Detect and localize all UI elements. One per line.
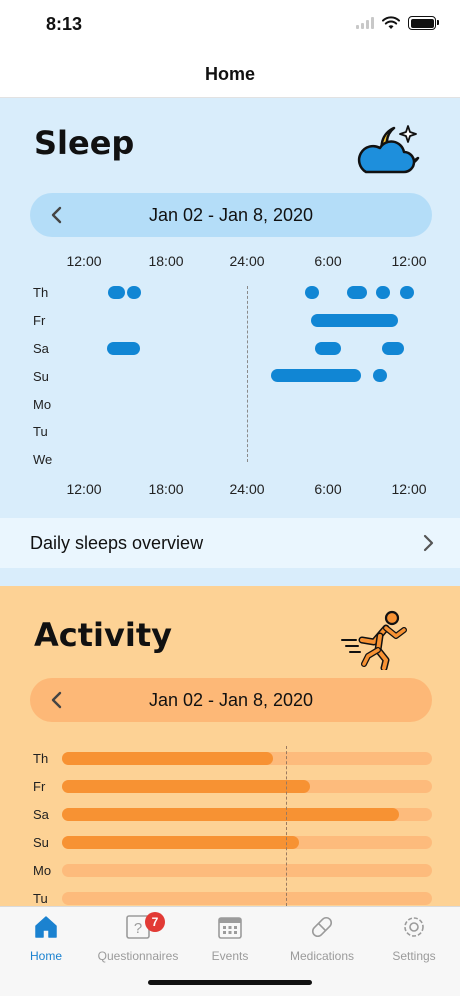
time-tick-label: 18:00 xyxy=(148,253,184,269)
sleep-date-range: Jan 02 - Jan 8, 2020 xyxy=(148,205,314,225)
sleep-time-axis-top: 12:00 18:00 24:00 6:00 12:00 xyxy=(0,253,460,273)
activity-fill xyxy=(62,752,273,765)
activity-goal-line xyxy=(286,746,287,906)
tab-events[interactable]: Events xyxy=(184,913,276,967)
day-label: Th xyxy=(33,285,49,300)
time-tick-label: 18:00 xyxy=(148,481,184,497)
day-label: Fr xyxy=(33,313,46,328)
activity-fill xyxy=(62,836,299,849)
tab-questionnaires[interactable]: ? 7 Questionnaires xyxy=(92,912,184,967)
daily-sleeps-overview-label: Daily sleeps overview xyxy=(30,533,204,553)
activity-date-range-selector: Jan 02 - Jan 8, 2020 xyxy=(30,678,432,722)
sleep-period xyxy=(311,314,398,327)
wifi-icon xyxy=(382,16,400,29)
day-label: Th xyxy=(33,751,49,766)
home-icon xyxy=(35,916,57,938)
cellular-signal-icon xyxy=(356,17,374,29)
chevron-right-icon xyxy=(423,534,434,552)
time-tick-label: 12:00 xyxy=(391,481,427,497)
sleep-period xyxy=(382,342,404,355)
sleep-title: Sleep xyxy=(34,124,135,162)
running-person-icon xyxy=(341,610,407,670)
time-tick-label: 6:00 xyxy=(314,253,342,269)
activity-bar xyxy=(62,836,432,849)
day-label: Mo xyxy=(33,863,52,878)
activity-title: Activity xyxy=(34,616,172,654)
day-label: We xyxy=(33,452,53,467)
status-icons xyxy=(356,16,439,30)
activity-card: Activity Jan 02 - Jan 8, 2020 Th Fr Sa S… xyxy=(0,586,460,906)
activity-bar xyxy=(62,752,432,765)
tab-label: Home xyxy=(29,949,62,963)
time-tick-label: 24:00 xyxy=(229,481,265,497)
sleep-period xyxy=(376,286,390,299)
time-tick-label: 12:00 xyxy=(66,481,102,497)
settings-icon xyxy=(404,917,424,937)
tab-home[interactable]: Home xyxy=(0,913,92,967)
sleep-period xyxy=(127,286,141,299)
time-tick-label: 24:00 xyxy=(229,253,265,269)
sleep-period xyxy=(305,286,319,299)
tab-settings[interactable]: Settings xyxy=(368,913,460,967)
activity-bar xyxy=(62,780,432,793)
tab-label: Settings xyxy=(392,949,436,963)
day-label: Su xyxy=(33,835,49,850)
moon-cloud-icon xyxy=(357,125,420,174)
navigation-bar: Home xyxy=(0,50,460,98)
home-indicator xyxy=(148,980,312,985)
sleep-period xyxy=(400,286,414,299)
activity-fill xyxy=(62,808,399,821)
activity-fill xyxy=(62,780,310,793)
battery-icon xyxy=(408,16,439,30)
sleep-period xyxy=(271,369,361,382)
day-label: Tu xyxy=(33,891,48,906)
sleep-time-axis-bottom: 12:00 18:00 24:00 6:00 12:00 xyxy=(0,481,460,501)
day-label: Fr xyxy=(33,779,46,794)
day-label: Sa xyxy=(33,341,49,356)
activity-bar xyxy=(62,808,432,821)
activity-bar xyxy=(62,864,432,877)
sleep-period xyxy=(315,342,341,355)
svg-text:?: ? xyxy=(134,920,142,937)
sleep-card: Sleep Jan 02 - Jan 8, 2020 12:00 18:00 2… xyxy=(0,98,460,586)
home-content[interactable]: Sleep Jan 02 - Jan 8, 2020 12:00 18:00 2… xyxy=(0,98,460,906)
page-title: Home xyxy=(204,64,255,84)
day-label: Mo xyxy=(33,397,52,412)
sleep-period xyxy=(347,286,367,299)
day-label: Sa xyxy=(33,807,49,822)
sleep-period xyxy=(373,369,387,382)
time-tick-label: 12:00 xyxy=(391,253,427,269)
activity-date-range: Jan 02 - Jan 8, 2020 xyxy=(148,690,314,710)
pill-icon xyxy=(311,916,333,938)
day-label: Tu xyxy=(33,424,48,439)
sleep-period xyxy=(107,342,140,355)
midnight-line xyxy=(247,286,248,462)
day-label: Su xyxy=(33,369,49,384)
sleep-date-range-selector: Jan 02 - Jan 8, 2020 xyxy=(30,193,432,237)
sleep-period xyxy=(108,286,125,299)
status-bar: 8:13 xyxy=(0,0,460,50)
tab-label: Medications xyxy=(289,949,355,963)
calendar-icon xyxy=(218,917,242,939)
activity-bar xyxy=(62,892,432,905)
tab-medications[interactable]: Medications xyxy=(276,913,368,967)
tab-label: Questionnaires xyxy=(97,949,179,963)
tab-label: Events xyxy=(211,949,249,963)
time-tick-label: 12:00 xyxy=(66,253,102,269)
time-tick-label: 6:00 xyxy=(314,481,342,497)
status-time: 8:13 xyxy=(46,14,83,34)
notification-badge: 7 xyxy=(145,912,165,932)
daily-sleeps-overview-row[interactable]: Daily sleeps overview xyxy=(0,518,460,568)
